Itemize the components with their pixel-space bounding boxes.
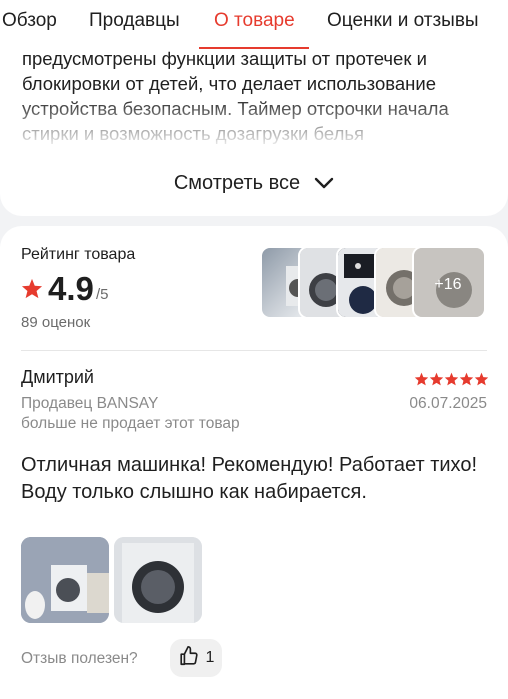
- star-icon: [474, 372, 489, 386]
- helpful-button[interactable]: 1: [170, 639, 222, 677]
- helpful-count: 1: [205, 649, 215, 666]
- tab-bar: Обзор Продавцы О товаре Оценки и отзывы: [0, 0, 508, 49]
- rating-value: 4.9: [48, 270, 94, 307]
- thumbs-up-icon: [178, 645, 200, 672]
- helpful-question: Отзыв полезен?: [21, 650, 138, 667]
- product-info-card: Обзор Продавцы О товаре Оценки и отзывы …: [0, 0, 508, 216]
- review-photo[interactable]: [21, 537, 109, 623]
- star-icon: [414, 372, 429, 386]
- reviews-card: Рейтинг товара 4.9 /5 89 оценок +16 Дмит…: [0, 226, 508, 699]
- review-stars: [414, 372, 489, 386]
- rating-max: /5: [96, 286, 109, 303]
- tab-sellers[interactable]: Продавцы: [89, 10, 180, 32]
- review-photo-strip[interactable]: +16: [260, 246, 486, 319]
- star-icon: [21, 278, 43, 304]
- more-photos-count: +16: [414, 248, 484, 317]
- review-date: 06.07.2025: [409, 395, 487, 412]
- review-photo-thumbnail[interactable]: +16: [412, 246, 486, 319]
- rating-label: Рейтинг товара: [21, 246, 136, 263]
- review-text: Отличная машинка! Рекомендую! Работает т…: [21, 454, 477, 503]
- see-all-button[interactable]: Смотреть все: [0, 168, 508, 198]
- rating-count: 89 оценок: [21, 314, 91, 331]
- star-icon: [444, 372, 459, 386]
- review-seller[interactable]: Продавец BANSAY: [21, 395, 158, 413]
- star-icon: [459, 372, 474, 386]
- tab-reviews[interactable]: Оценки и отзывы: [327, 10, 479, 32]
- tab-about-product[interactable]: О товаре: [214, 10, 295, 32]
- description-fade: [0, 96, 508, 146]
- tab-overview[interactable]: Обзор: [2, 10, 57, 32]
- seller-status-note: больше не продает этот товар: [21, 415, 240, 432]
- review-photo[interactable]: [114, 537, 202, 623]
- star-icon: [429, 372, 444, 386]
- divider: [21, 350, 487, 351]
- review-author: Дмитрий: [21, 367, 94, 387]
- see-all-label: Смотреть все: [173, 171, 301, 194]
- chevron-down-icon: [314, 177, 334, 189]
